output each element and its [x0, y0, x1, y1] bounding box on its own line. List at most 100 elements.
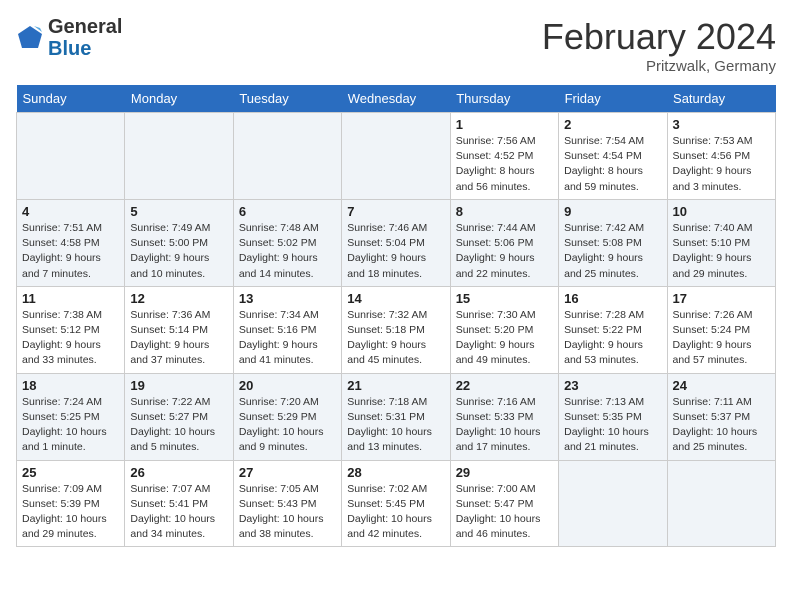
- calendar-cell: 24 Sunrise: 7:11 AMSunset: 5:37 PMDayligh…: [667, 373, 775, 460]
- week-row-4: 18 Sunrise: 7:24 AMSunset: 5:25 PMDayligh…: [17, 373, 776, 460]
- logo-line2: Blue: [48, 38, 122, 60]
- calendar-cell: 19Sunrise: 7:22 AMSunset: 5:27 PMDayligh…: [125, 373, 233, 460]
- logo-text: General Blue: [48, 16, 122, 60]
- day-info: Sunrise: 7:26 AMSunset: 5:24 PMDaylight:…: [673, 308, 770, 369]
- day-info: Sunrise: 7:09 AMSunset: 5:39 PMDaylight:…: [22, 482, 119, 543]
- day-number: 25: [22, 465, 119, 480]
- calendar-cell: 28 Sunrise: 7:02 AMSunset: 5:45 PMDayligh…: [342, 460, 450, 547]
- day-number: 11: [22, 291, 119, 306]
- day-number: 2: [564, 117, 661, 132]
- day-info: Sunrise: 7:30 AMSunset: 5:20 PMDaylight:…: [456, 308, 553, 369]
- calendar-cell: 25 Sunrise: 7:09 AMSunset: 5:39 PMDayligh…: [17, 460, 125, 547]
- day-number: 18: [22, 378, 119, 393]
- day-number: 1: [456, 117, 553, 132]
- calendar-cell: 22 Sunrise: 7:16 AMSunset: 5:33 PMDayligh…: [450, 373, 558, 460]
- calendar-cell: 6Sunrise: 7:48 AMSunset: 5:02 PMDaylight…: [233, 199, 341, 286]
- calendar-cell: 3 Sunrise: 7:53 AMSunset: 4:56 PMDaylight…: [667, 113, 775, 200]
- calendar-cell: 21Sunrise: 7:18 AMSunset: 5:31 PMDayligh…: [342, 373, 450, 460]
- calendar-cell: [233, 113, 341, 200]
- day-number: 19: [130, 378, 227, 393]
- day-info: Sunrise: 7:07 AMSunset: 5:41 PMDaylight:…: [130, 482, 227, 543]
- calendar-cell: 8 Sunrise: 7:44 AMSunset: 5:06 PMDaylight…: [450, 199, 558, 286]
- day-info: Sunrise: 7:51 AMSunset: 4:58 PMDaylight:…: [22, 221, 119, 282]
- day-info: Sunrise: 7:18 AMSunset: 5:31 PMDaylight:…: [347, 395, 444, 456]
- calendar-cell: 23Sunrise: 7:13 AMSunset: 5:35 PMDayligh…: [559, 373, 667, 460]
- day-number: 5: [130, 204, 227, 219]
- day-number: 16: [564, 291, 661, 306]
- calendar-cell: 1 Sunrise: 7:56 AMSunset: 4:52 PMDaylight…: [450, 113, 558, 200]
- day-info: Sunrise: 7:05 AMSunset: 5:43 PMDaylight:…: [239, 482, 336, 543]
- day-info: Sunrise: 7:36 AMSunset: 5:14 PMDaylight:…: [130, 308, 227, 369]
- day-info: Sunrise: 7:48 AMSunset: 5:02 PMDaylight:…: [239, 221, 336, 282]
- day-header-tuesday: Tuesday: [233, 85, 341, 113]
- day-header-friday: Friday: [559, 85, 667, 113]
- day-info: Sunrise: 7:42 AMSunset: 5:08 PMDaylight:…: [564, 221, 661, 282]
- title-block: February 2024 Pritzwalk, Germany: [542, 16, 776, 75]
- day-number: 27: [239, 465, 336, 480]
- calendar-cell: [559, 460, 667, 547]
- week-row-5: 25 Sunrise: 7:09 AMSunset: 5:39 PMDayligh…: [17, 460, 776, 547]
- calendar-cell: 16 Sunrise: 7:28 AMSunset: 5:22 PMDayligh…: [559, 286, 667, 373]
- calendar-cell: 12 Sunrise: 7:36 AMSunset: 5:14 PMDayligh…: [125, 286, 233, 373]
- calendar-cell: 27 Sunrise: 7:05 AMSunset: 5:43 PMDayligh…: [233, 460, 341, 547]
- day-number: 20: [239, 378, 336, 393]
- day-number: 24: [673, 378, 770, 393]
- day-info: Sunrise: 7:34 AMSunset: 5:16 PMDaylight:…: [239, 308, 336, 369]
- calendar-cell: 11 Sunrise: 7:38 AMSunset: 5:12 PMDayligh…: [17, 286, 125, 373]
- logo-icon: [16, 24, 44, 52]
- day-header-saturday: Saturday: [667, 85, 775, 113]
- logo-line1: General: [48, 16, 122, 38]
- day-info: Sunrise: 7:44 AMSunset: 5:06 PMDaylight:…: [456, 221, 553, 282]
- day-info: Sunrise: 7:16 AMSunset: 5:33 PMDaylight:…: [456, 395, 553, 456]
- day-header-monday: Monday: [125, 85, 233, 113]
- week-row-2: 4Sunrise: 7:51 AMSunset: 4:58 PMDaylight…: [17, 199, 776, 286]
- day-number: 15: [456, 291, 553, 306]
- calendar-title: February 2024: [542, 16, 776, 58]
- week-row-1: 1 Sunrise: 7:56 AMSunset: 4:52 PMDaylight…: [17, 113, 776, 200]
- day-header-wednesday: Wednesday: [342, 85, 450, 113]
- day-info: Sunrise: 7:53 AMSunset: 4:56 PMDaylight:…: [673, 134, 770, 195]
- calendar-cell: [17, 113, 125, 200]
- day-info: Sunrise: 7:28 AMSunset: 5:22 PMDaylight:…: [564, 308, 661, 369]
- day-number: 7: [347, 204, 444, 219]
- day-info: Sunrise: 7:32 AMSunset: 5:18 PMDaylight:…: [347, 308, 444, 369]
- day-info: Sunrise: 7:24 AMSunset: 5:25 PMDaylight:…: [22, 395, 119, 456]
- calendar-cell: 15 Sunrise: 7:30 AMSunset: 5:20 PMDayligh…: [450, 286, 558, 373]
- day-number: 13: [239, 291, 336, 306]
- calendar-cell: 29 Sunrise: 7:00 AMSunset: 5:47 PMDayligh…: [450, 460, 558, 547]
- day-number: 10: [673, 204, 770, 219]
- page-header: General Blue February 2024 Pritzwalk, Ge…: [16, 16, 776, 75]
- day-info: Sunrise: 7:40 AMSunset: 5:10 PMDaylight:…: [673, 221, 770, 282]
- calendar-cell: 4Sunrise: 7:51 AMSunset: 4:58 PMDaylight…: [17, 199, 125, 286]
- day-info: Sunrise: 7:13 AMSunset: 5:35 PMDaylight:…: [564, 395, 661, 456]
- day-number: 8: [456, 204, 553, 219]
- calendar-cell: 10 Sunrise: 7:40 AMSunset: 5:10 PMDayligh…: [667, 199, 775, 286]
- day-number: 22: [456, 378, 553, 393]
- day-info: Sunrise: 7:11 AMSunset: 5:37 PMDaylight:…: [673, 395, 770, 456]
- day-info: Sunrise: 7:00 AMSunset: 5:47 PMDaylight:…: [456, 482, 553, 543]
- day-number: 14: [347, 291, 444, 306]
- day-info: Sunrise: 7:02 AMSunset: 5:45 PMDaylight:…: [347, 482, 444, 543]
- header-row: SundayMondayTuesdayWednesdayThursdayFrid…: [17, 85, 776, 113]
- day-number: 29: [456, 465, 553, 480]
- day-info: Sunrise: 7:20 AMSunset: 5:29 PMDaylight:…: [239, 395, 336, 456]
- calendar-cell: [342, 113, 450, 200]
- calendar-table: SundayMondayTuesdayWednesdayThursdayFrid…: [16, 85, 776, 547]
- calendar-cell: 26 Sunrise: 7:07 AMSunset: 5:41 PMDayligh…: [125, 460, 233, 547]
- day-header-thursday: Thursday: [450, 85, 558, 113]
- calendar-cell: 5Sunrise: 7:49 AMSunset: 5:00 PMDaylight…: [125, 199, 233, 286]
- day-number: 28: [347, 465, 444, 480]
- calendar-cell: 13 Sunrise: 7:34 AMSunset: 5:16 PMDayligh…: [233, 286, 341, 373]
- calendar-cell: 2 Sunrise: 7:54 AMSunset: 4:54 PMDaylight…: [559, 113, 667, 200]
- day-info: Sunrise: 7:38 AMSunset: 5:12 PMDaylight:…: [22, 308, 119, 369]
- calendar-cell: [667, 460, 775, 547]
- day-info: Sunrise: 7:46 AMSunset: 5:04 PMDaylight:…: [347, 221, 444, 282]
- day-number: 12: [130, 291, 227, 306]
- day-info: Sunrise: 7:56 AMSunset: 4:52 PMDaylight:…: [456, 134, 553, 195]
- logo: General Blue: [16, 16, 122, 60]
- day-info: Sunrise: 7:54 AMSunset: 4:54 PMDaylight:…: [564, 134, 661, 195]
- calendar-cell: 7 Sunrise: 7:46 AMSunset: 5:04 PMDaylight…: [342, 199, 450, 286]
- calendar-cell: 18 Sunrise: 7:24 AMSunset: 5:25 PMDayligh…: [17, 373, 125, 460]
- day-number: 3: [673, 117, 770, 132]
- day-number: 26: [130, 465, 227, 480]
